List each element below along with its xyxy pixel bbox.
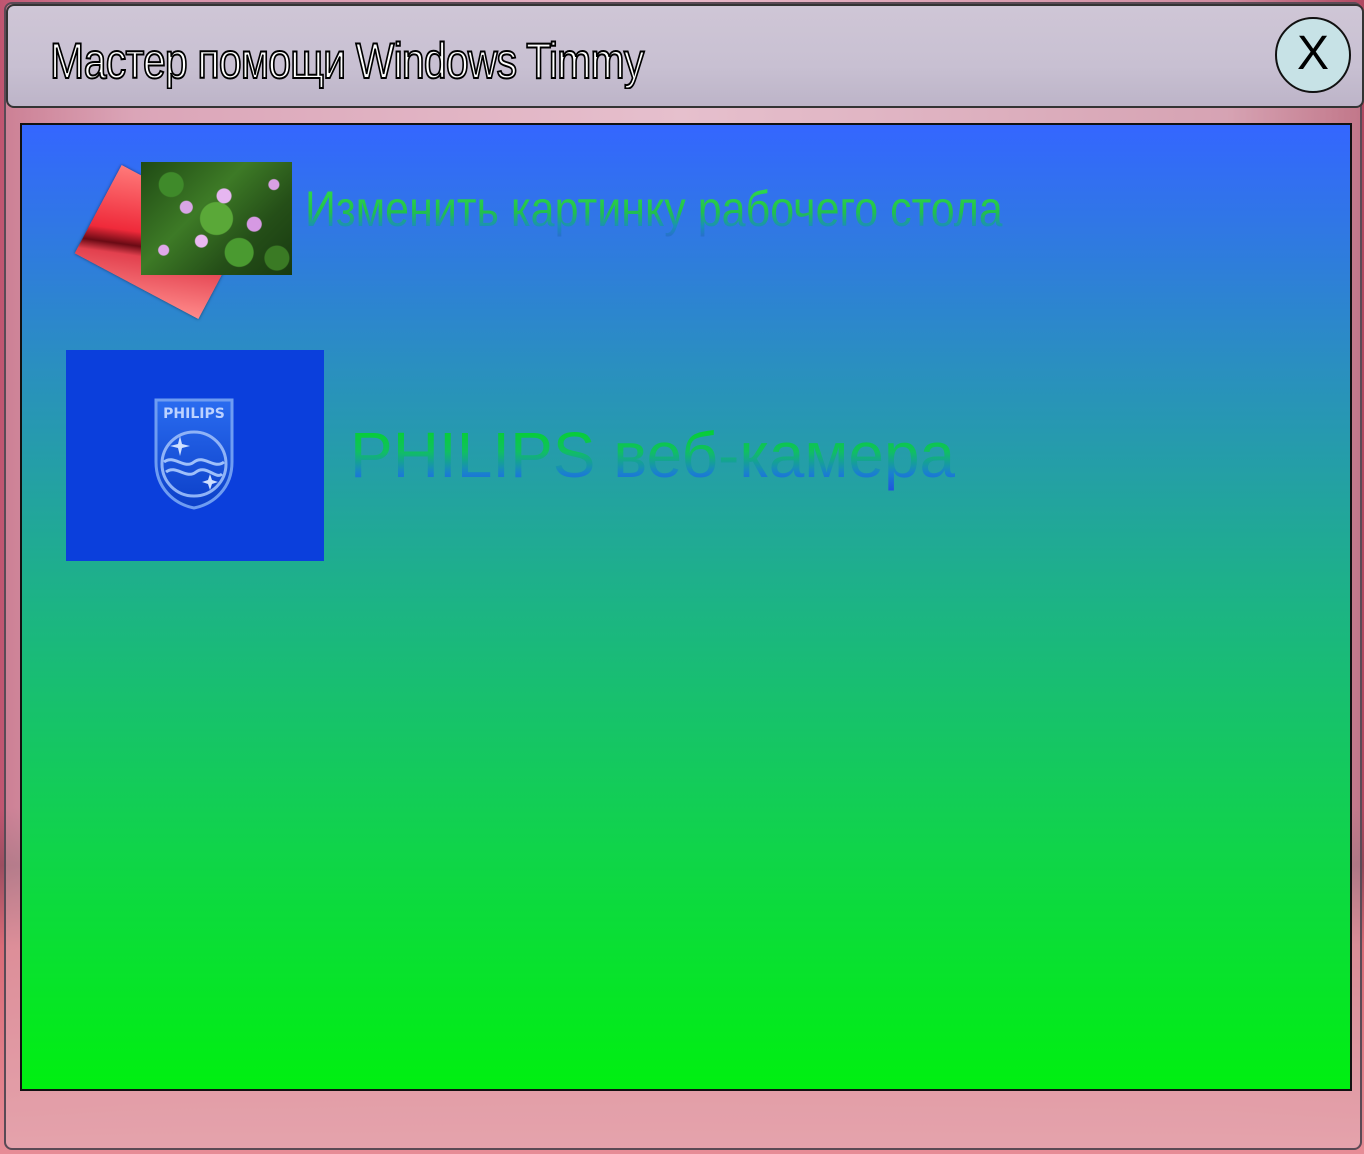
wallpaper-photo-front [141,162,292,275]
change-wallpaper-link[interactable]: Изменить картинку рабочего стола [305,180,1003,238]
change-wallpaper-icon[interactable] [74,160,300,330]
philips-webcam-icon[interactable]: PHILIPS [66,350,324,561]
philips-logo-text: PHILIPS [163,406,225,422]
philips-webcam-link[interactable]: PHILIPS веб-камера [350,418,955,492]
window-title: Мастер помощи Windows Timmy [49,32,645,90]
philips-logo-icon: PHILIPS [154,398,234,510]
close-button[interactable]: X [1275,17,1351,93]
close-icon: X [1296,27,1329,80]
title-bar: Мастер помощи Windows Timmy [6,4,1364,108]
